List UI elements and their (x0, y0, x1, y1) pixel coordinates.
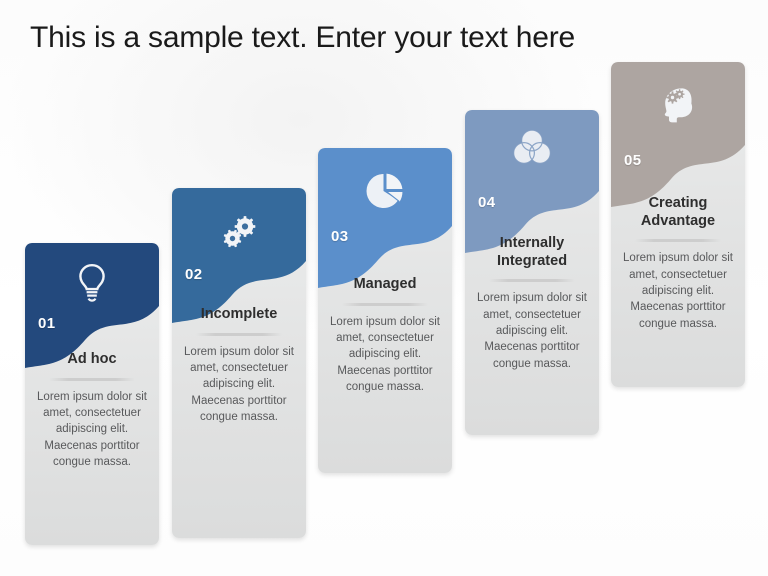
step-card-description: Lorem ipsum dolor sit amet, consectetuer… (330, 315, 440, 393)
step-card-title: Managed (353, 276, 417, 292)
step-card-description: Lorem ipsum dolor sit amet, consectetuer… (623, 252, 733, 330)
step-card-02[interactable]: 02 Incomplete Lorem ipsum dolor sit amet… (172, 188, 306, 538)
step-card-title: Ad hoc (67, 351, 117, 367)
step-card-header (465, 110, 599, 253)
step-card-icon (465, 124, 599, 170)
step-card-header (25, 243, 159, 368)
title-divider (635, 239, 721, 243)
step-number: 03 (331, 228, 349, 245)
step-card-title: Incomplete (200, 306, 278, 322)
gears-icon (223, 216, 256, 248)
step-card-04[interactable]: 04 Internally Integrated Lorem ipsum dol… (465, 110, 599, 435)
step-number: 04 (478, 194, 496, 211)
step-card-icon (611, 82, 745, 128)
step-card-body: Managed Lorem ipsum dolor sit amet, cons… (318, 276, 452, 395)
step-card-header (611, 62, 745, 207)
step-card-description: Lorem ipsum dolor sit amet, consectetuer… (477, 292, 587, 370)
title-divider (489, 279, 575, 283)
step-number: 02 (185, 266, 203, 283)
step-card-title: Creating Advantage (640, 195, 716, 229)
title-divider (342, 302, 428, 306)
step-card-description: Lorem ipsum dolor sit amet, consectetuer… (37, 390, 147, 468)
head-gears-icon (664, 88, 693, 123)
step-card-title: Internally Integrated (496, 235, 568, 269)
step-card-03[interactable]: 03 Managed Lorem ipsum dolor sit amet, c… (318, 148, 452, 473)
step-card-description: Lorem ipsum dolor sit amet, consectetuer… (184, 345, 294, 423)
step-card-05[interactable]: 05 Creating Advantage Lorem ipsum dolor … (611, 62, 745, 387)
lightbulb-icon (79, 263, 105, 302)
step-card-header (172, 188, 306, 323)
step-number: 05 (624, 152, 642, 169)
step-card-icon (172, 210, 306, 256)
step-card-header (318, 148, 452, 288)
step-card-01[interactable]: 01 Ad hoc Lorem ipsum dolor sit amet, co… (25, 243, 159, 545)
venn-diagram-icon (512, 129, 552, 165)
page-title: This is a sample text. Enter your text h… (30, 21, 575, 54)
step-card-icon (318, 168, 452, 214)
step-card-body: Internally Integrated Lorem ipsum dolor … (465, 235, 599, 372)
step-card-icon (25, 259, 159, 305)
step-number: 01 (38, 315, 56, 332)
slide-canvas: This is a sample text. Enter your text h… (0, 0, 768, 576)
title-divider (196, 332, 282, 336)
step-card-body: Ad hoc Lorem ipsum dolor sit amet, conse… (25, 351, 159, 470)
title-divider (49, 377, 135, 381)
step-card-body: Creating Advantage Lorem ipsum dolor sit… (611, 195, 745, 332)
pie-chart-icon (366, 173, 403, 209)
step-card-body: Incomplete Lorem ipsum dolor sit amet, c… (172, 306, 306, 425)
